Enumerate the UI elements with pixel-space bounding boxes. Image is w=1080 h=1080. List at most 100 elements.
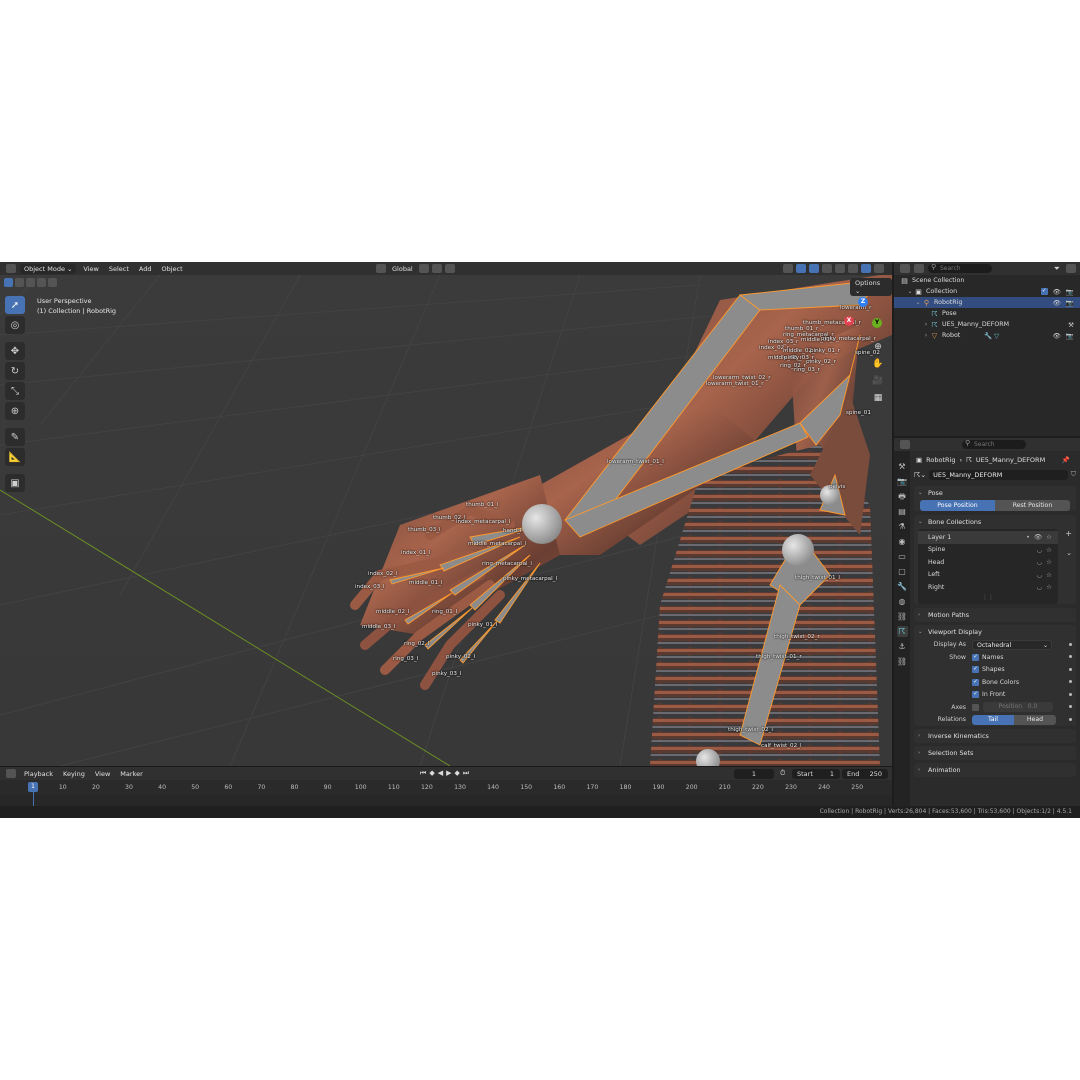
eye-icon[interactable]: 👁 [1053,299,1061,307]
hidden-eye-icon[interactable]: ◡ [1037,558,1043,566]
scale-tool[interactable]: ⤡ [5,382,25,400]
menu-marker[interactable]: Marker [118,770,144,778]
orientation-dropdown[interactable]: Global [389,265,416,273]
physics-tab-icon[interactable]: ◍ [897,596,908,607]
armature-data-tab-icon[interactable]: ☈ [896,626,908,637]
start-frame-field[interactable]: Start 1 [792,769,840,779]
eye-icon[interactable]: 👁 [1053,332,1061,340]
star-icon[interactable]: ☆ [1046,533,1052,541]
bone-collections-header[interactable]: ⌄ Bone Collections [914,515,1076,529]
camera-render-icon[interactable]: 📷 [1066,299,1074,307]
play-icon[interactable]: ▶ [446,769,451,778]
motion-paths-header[interactable]: › Motion Paths [914,608,1076,622]
rendered-shading-icon[interactable] [874,264,884,273]
object-tab-icon[interactable]: ▢ [897,566,908,577]
selection-sets-header[interactable]: › Selection Sets [914,746,1076,760]
camera-render-icon[interactable]: 📷 [1066,288,1074,296]
overlay-toggle-icon[interactable] [809,264,819,273]
outliner-row-scene-collection[interactable]: ▤ Scene Collection [894,275,1080,286]
transform-tool[interactable]: ⊕ [5,402,25,420]
select-intersect-icon[interactable] [48,278,57,287]
expand-chevron-icon[interactable]: ⌄ [914,299,922,306]
outliner-row-collection[interactable]: ⌄ ▣ Collection ✓ 👁 📷 [894,286,1080,297]
annotate-tool[interactable]: ✎ [5,428,25,446]
outliner-editor[interactable]: Search ⏷ ▤ Scene Collection ⌄ ▣ Collecti… [894,262,1080,436]
menu-object[interactable]: Object [159,265,186,273]
collection-tab-icon[interactable]: ▭ [897,551,908,562]
render-tab-icon[interactable]: 📷 [897,476,908,487]
select-invert-icon[interactable] [37,278,46,287]
properties-editor[interactable]: Search ⚒ 📷 🖶 ▤ ⚗ ◉ ▭ ▢ 🔧 ◍ ⛓ ☈ ⚓ ⛓ ▣ Rob… [894,438,1080,806]
filter-icon[interactable]: ⏷ [1054,264,1060,274]
menu-keying[interactable]: Keying [61,770,87,778]
select-extend-icon[interactable] [15,278,24,287]
data-name-field[interactable]: UE5_Manny_DEFORM [929,469,1068,480]
proportional-edit-icon[interactable] [444,264,455,273]
bone-collection-item[interactable]: Spine ◡ ☆ [918,544,1058,557]
list-resize-handle[interactable]: ⋮⋮ [918,594,1058,602]
add-collection-icon[interactable]: + [1065,529,1072,538]
camera-icon[interactable]: 🎥 [872,376,884,388]
hidden-eye-icon[interactable]: ◡ [1037,571,1043,579]
outliner-row-robot[interactable]: › ▽ Robot 🔧 ▽ 👁 📷 [894,330,1080,341]
move-tool[interactable]: ✥ [5,342,25,360]
star-icon[interactable]: ☆ [1046,558,1052,566]
pivot-icon[interactable] [418,264,429,273]
tool-tab-icon[interactable]: ⚒ [897,461,908,472]
bone-collection-item[interactable]: Head ◡ ☆ [918,556,1058,569]
xray-icon[interactable] [822,264,832,273]
camera-render-icon[interactable]: 📷 [1066,332,1074,340]
pose-position-button[interactable]: Pose Position [920,500,995,511]
playhead[interactable]: 1 [28,782,38,792]
names-checkbox[interactable]: ✓ Names [972,653,1003,661]
visibility-icon[interactable] [783,264,793,273]
armature-data-icon[interactable]: ☈⌄ [914,471,926,479]
bone-collection-item[interactable]: Layer 1 • 👁 ☆ [918,531,1058,544]
axes-checkbox[interactable] [972,703,979,711]
relations-tail-button[interactable]: Tail [972,714,1014,725]
add-cube-tool[interactable]: ▣ [5,474,25,492]
gizmo-y-axis[interactable]: Y [872,318,882,328]
properties-editor-icon[interactable] [900,440,910,449]
outliner-search-input[interactable]: Search [928,263,992,273]
hidden-eye-icon[interactable]: ◡ [1037,546,1043,554]
collection-checkbox[interactable]: ✓ [1040,288,1048,295]
menu-select[interactable]: Select [106,265,132,273]
material-shading-icon[interactable] [861,264,871,273]
snap-icon[interactable] [431,264,442,273]
properties-search-input[interactable]: Search [962,439,1026,449]
object-mode-dropdown[interactable]: Object Mode ⌄ [20,263,77,274]
gizmo-x-axis[interactable]: X [844,316,854,326]
modifier-tab-icon[interactable]: 🔧 [897,581,908,592]
keyframe-dot-icon[interactable] [1069,680,1072,683]
options-dropdown[interactable]: Options ⌄ [850,278,892,296]
output-tab-icon[interactable]: 🖶 [897,491,908,502]
animation-header[interactable]: › Animation [914,763,1076,777]
keyframe-dot-icon[interactable] [1069,692,1072,696]
clock-icon[interactable] [6,769,16,778]
keyframe-dot-icon[interactable] [1069,642,1072,646]
menu-playback[interactable]: Playback [22,770,55,778]
rotate-tool[interactable]: ↻ [5,362,25,380]
eye-icon[interactable]: 👁 [1053,288,1061,296]
in-front-checkbox[interactable]: ✓ In Front [972,691,1005,699]
outliner-row-robotrig[interactable]: ⌄ ⚲ RobotRig 👁 📷 [894,297,1080,308]
inverse-kinematics-header[interactable]: › Inverse Kinematics [914,729,1076,743]
next-keyframe-icon[interactable]: ◆ [454,769,459,778]
zoom-icon[interactable]: ⊕ [872,342,884,354]
end-frame-field[interactable]: End 250 [842,769,888,779]
bone-tab-icon[interactable]: ⚓ [897,641,908,652]
view-layer-tab-icon[interactable]: ▤ [897,506,908,517]
hidden-eye-icon[interactable]: ◡ [1037,583,1043,591]
bone-collection-item[interactable]: Right ◡ ☆ [918,581,1058,594]
scene-tab-icon[interactable]: ⚗ [897,521,908,532]
fake-user-shield-icon[interactable]: ⛉ [1071,470,1076,479]
outliner-row-pose[interactable]: ☈ Pose [894,308,1080,319]
expand-chevron-icon[interactable]: › [922,332,930,339]
shapes-checkbox[interactable]: ✓ Shapes [972,666,1005,674]
bone-constraint-tab-icon[interactable]: ⛓ [897,656,908,667]
new-collection-icon[interactable] [1066,264,1076,273]
jump-start-icon[interactable]: ⏮ [420,769,426,778]
stopwatch-icon[interactable]: ⏱ [780,769,785,778]
wireframe-shading-icon[interactable] [835,264,845,273]
